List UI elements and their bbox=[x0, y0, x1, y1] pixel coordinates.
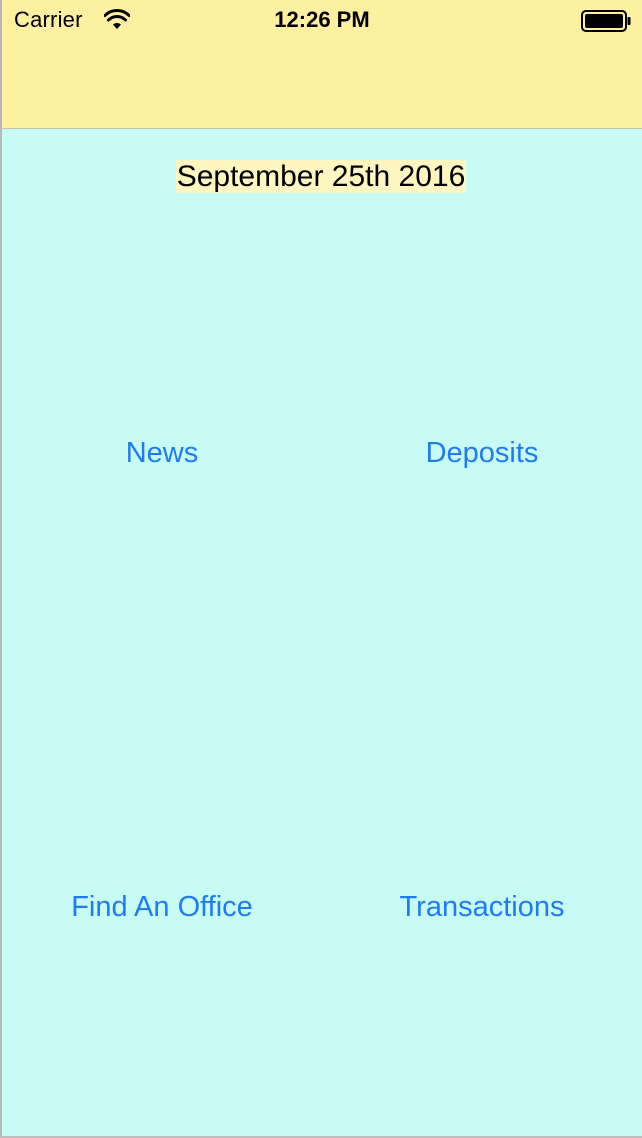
app-screen: Carrier 12:26 PM September 25th 2016 New… bbox=[0, 0, 642, 1138]
header-bar: Carrier 12:26 PM bbox=[2, 0, 642, 129]
news-button[interactable]: News bbox=[2, 437, 322, 470]
status-bar: Carrier 12:26 PM bbox=[2, 0, 642, 40]
status-time: 12:26 PM bbox=[274, 7, 370, 32]
battery-icon bbox=[581, 10, 631, 32]
deposits-button[interactable]: Deposits bbox=[322, 437, 642, 470]
date-label: September 25th 2016 bbox=[175, 160, 467, 193]
transactions-button[interactable]: Transactions bbox=[322, 891, 642, 924]
find-an-office-button[interactable]: Find An Office bbox=[2, 891, 322, 924]
date-title: September 25th 2016 bbox=[0, 160, 642, 194]
